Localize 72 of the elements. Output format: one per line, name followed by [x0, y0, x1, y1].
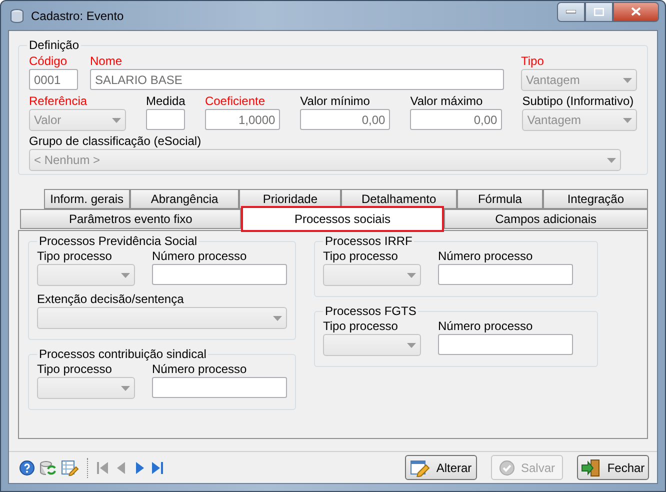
field-label: Número processo [152, 249, 248, 263]
footer-button[interactable]: Alterar [405, 455, 477, 480]
check-icon [498, 460, 515, 476]
dropdown-arrow-icon [121, 272, 130, 278]
dropdown-arrow-icon [607, 158, 616, 162]
field-label: Tipo [521, 54, 545, 68]
field-label: Número processo [438, 319, 534, 333]
close-button[interactable] [613, 2, 659, 22]
input-field[interactable]: SALARIO BASE [90, 69, 504, 90]
edit-icon [410, 458, 430, 476]
minimize-button[interactable] [557, 2, 585, 22]
field-label: Tipo processo [37, 362, 113, 376]
dropdown-field[interactable] [37, 264, 135, 286]
window-title: Cadastro: Evento [31, 8, 125, 22]
input-field[interactable] [146, 109, 185, 130]
input-field[interactable] [152, 377, 287, 398]
field-label: Número processo [438, 249, 534, 263]
table-edit-icon[interactable] [61, 460, 79, 476]
field-label: Valor máximo [410, 94, 484, 108]
tab[interactable]: Abrangência [130, 189, 240, 209]
dropdown-field[interactable] [37, 307, 287, 329]
tab[interactable]: Fórmula [456, 189, 544, 209]
exit-door-icon [581, 458, 602, 476]
field-label: Número processo [152, 362, 248, 376]
input-field[interactable]: 0001 [29, 69, 78, 90]
input-field[interactable]: 1,0000 [204, 109, 280, 130]
footer-button[interactable]: Fechar [577, 455, 649, 480]
field-label: Tipo processo [37, 249, 113, 263]
input-field[interactable]: 0,00 [410, 109, 502, 130]
help-icon[interactable] [19, 460, 35, 476]
dropdown-field[interactable] [37, 377, 135, 399]
dropdown-arrow-icon [623, 118, 632, 122]
field-label: Tipo processo [323, 249, 399, 263]
maximize-button[interactable] [585, 2, 613, 22]
group-title: Processos Previdência Social [37, 234, 200, 248]
dropdown-arrow-icon [112, 118, 121, 122]
input-field[interactable] [438, 334, 573, 355]
dropdown-arrow-icon [121, 386, 130, 390]
field-label: Código [29, 54, 68, 68]
field-label: Tipo processo [323, 319, 399, 333]
input-field[interactable] [152, 264, 287, 285]
tab[interactable]: Inform. gerais [44, 189, 130, 209]
app-icon [9, 8, 25, 24]
field-label: Subtipo (Informativo) [522, 94, 635, 108]
field-label: Referência [29, 94, 88, 108]
group-title: Processos FGTS [323, 304, 418, 318]
tab[interactable]: Parâmetros evento fixo [20, 209, 242, 229]
dropdown-field[interactable] [323, 334, 421, 356]
tab[interactable]: Integração [543, 189, 648, 209]
dropdown-arrow-icon [407, 342, 416, 348]
group-title: Processos IRRF [323, 234, 414, 248]
tab[interactable]: Campos adicionais [444, 209, 648, 229]
dropdown-arrow-icon [623, 78, 632, 82]
dropdown-field[interactable] [323, 264, 421, 286]
field-label: Nome [90, 54, 124, 68]
dropdown-arrow-icon [407, 272, 416, 278]
tab[interactable]: Processos sociais [241, 206, 444, 232]
field-label: Medida [146, 94, 185, 108]
input-field[interactable]: 0,00 [300, 109, 390, 130]
close-icon [631, 7, 641, 16]
group-title: Processos contribuição sindical [37, 347, 208, 361]
input-field[interactable] [438, 264, 573, 285]
field-label: Extenção decisão/sentença [37, 292, 185, 306]
last-record-icon[interactable] [150, 460, 164, 474]
field-label: Coeficiente [204, 94, 266, 108]
dropdown-arrow-icon [273, 316, 282, 320]
minimize-icon [566, 10, 576, 14]
field-label: Grupo de classificação (eSocial) [29, 134, 202, 148]
field-label: Valor mínimo [300, 94, 371, 108]
group-title: Definição [27, 38, 82, 52]
first-record-icon[interactable] [96, 460, 110, 474]
maximize-icon [594, 8, 604, 16]
